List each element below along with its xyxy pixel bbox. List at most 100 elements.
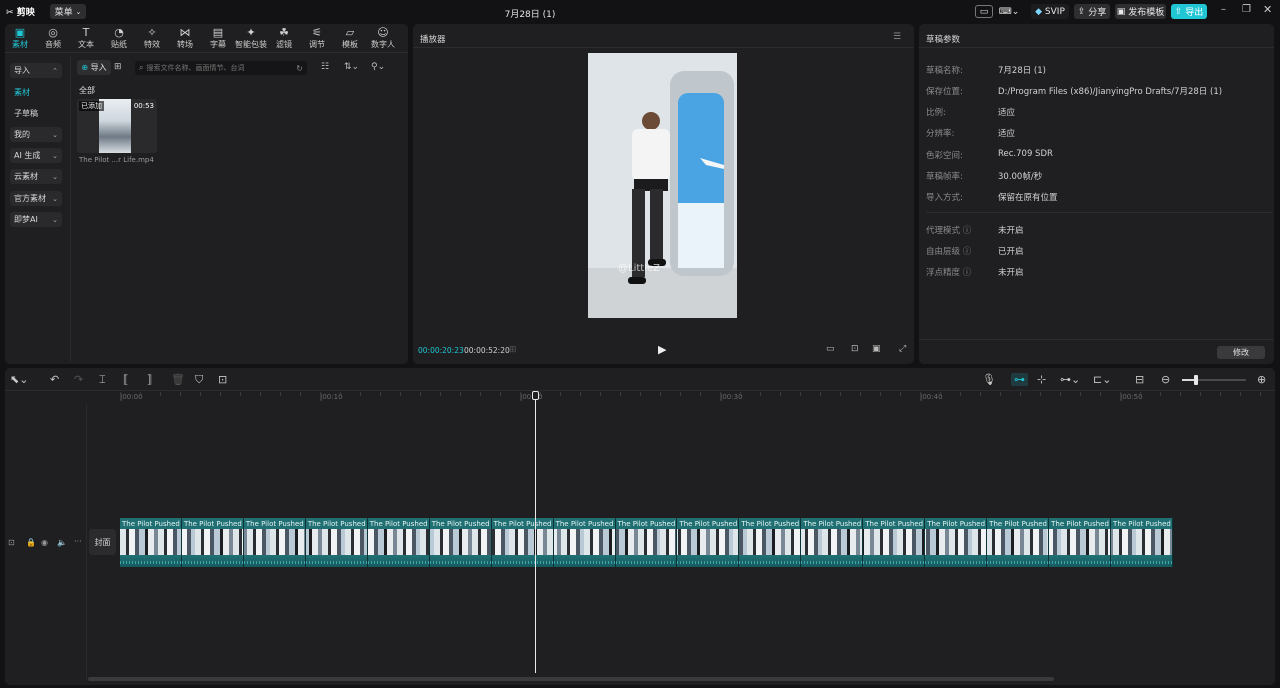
video-clip[interactable]: The Pilot Pushed Him Out of the Plane bbox=[181, 518, 244, 567]
sidebar-item-1[interactable]: 素材 bbox=[10, 85, 62, 100]
refresh-icon[interactable]: ↻ bbox=[296, 64, 303, 73]
minimize-icon[interactable]: – bbox=[1221, 4, 1226, 15]
split-right-icon[interactable]: ⟧ bbox=[147, 373, 152, 386]
screenshot-icon[interactable]: ⊡ bbox=[851, 344, 859, 354]
sidebar-item-label: 官方素材 bbox=[14, 194, 46, 203]
sidebar-item-3[interactable]: 我的 ⌄ bbox=[10, 127, 62, 142]
zoom-fit-icon[interactable]: ⊟ bbox=[1135, 373, 1144, 386]
playhead[interactable] bbox=[531, 391, 539, 673]
tool-subtitle[interactable]: ▤ 字幕 bbox=[202, 26, 234, 50]
delete-icon[interactable]: 🗑 bbox=[171, 373, 185, 386]
tool-effects[interactable]: ✧ 特效 bbox=[136, 26, 168, 50]
timecode-grid-icon[interactable]: ⊞ bbox=[509, 345, 517, 355]
layout-icon[interactable]: ▭ bbox=[975, 5, 993, 18]
cover-button[interactable]: 封面 bbox=[89, 529, 116, 555]
video-clip[interactable]: The Pilot Pushed Him Out of the Plane bbox=[429, 518, 492, 567]
ruler-tick bbox=[640, 392, 641, 396]
tool-audio[interactable]: ◎ 音频 bbox=[37, 26, 69, 50]
menu-icon[interactable]: ☰ bbox=[893, 32, 901, 42]
sidebar-item-5[interactable]: 云素材 ⌄ bbox=[10, 169, 62, 184]
video-clip[interactable]: The Pilot Pushed Him Out of the Plane bbox=[305, 518, 368, 567]
video-clip[interactable]: The Pilot Pushed Him Out of the Plane bbox=[120, 518, 182, 567]
sidebar-item-4[interactable]: AI 生成 ⌄ bbox=[10, 148, 62, 163]
zoom-out-icon[interactable]: ⊖ bbox=[1161, 373, 1170, 386]
eye-icon[interactable]: ◉ bbox=[41, 538, 48, 547]
playhead-handle[interactable] bbox=[531, 391, 539, 400]
qr-icon[interactable]: ⊞ bbox=[114, 62, 122, 72]
video-preview[interactable]: @LittleZ bbox=[588, 53, 737, 318]
tool-transition[interactable]: ⋈ 转场 bbox=[169, 26, 201, 50]
filter-icon[interactable]: ⚲⌄ bbox=[371, 62, 385, 72]
publish-template-button[interactable]: ▣ 发布模板 bbox=[1115, 4, 1166, 19]
video-clip[interactable]: The Pilot Pushed Him Out of the Plane bbox=[553, 518, 616, 567]
zoom-slider[interactable] bbox=[1182, 375, 1246, 385]
tool-filter[interactable]: ☘ 滤镜 bbox=[268, 26, 300, 50]
shortcut-keyboard-icon[interactable]: ⌨⌄ bbox=[998, 4, 1020, 19]
sidebar-item-6[interactable]: 官方素材 ⌄ bbox=[10, 191, 62, 206]
media-icon: ▣ bbox=[14, 26, 26, 39]
preview-axis-icon[interactable]: ⊏⌄ bbox=[1093, 373, 1111, 386]
select-tool-icon[interactable]: ⬉⌄ bbox=[10, 373, 28, 386]
sidebar-item-2[interactable]: 子草稿 bbox=[10, 106, 62, 121]
video-clip[interactable]: The Pilot Pushed Him Out of the Plane bbox=[739, 518, 802, 567]
video-clip[interactable]: The Pilot Pushed Him Out of the Plane bbox=[243, 518, 306, 567]
video-clip[interactable]: The Pilot Pushed Him Out of the Plane bbox=[615, 518, 678, 567]
compare-icon[interactable]: ▭ bbox=[826, 344, 835, 354]
close-icon[interactable]: ✕ bbox=[1263, 3, 1272, 16]
tool-smart-pack[interactable]: ✦ 智能包装 bbox=[235, 26, 267, 50]
tool-media[interactable]: ▣ 素材 bbox=[4, 26, 36, 50]
more-icon[interactable]: ··· bbox=[74, 537, 82, 546]
params-footer-divider bbox=[919, 339, 1274, 340]
ratio-icon[interactable]: ▣ bbox=[872, 344, 881, 354]
info-icon[interactable]: ⓘ bbox=[960, 268, 972, 278]
video-clip[interactable]: The Pilot Pushed Him Out of the Plane bbox=[1049, 518, 1112, 567]
video-clip[interactable]: The Pilot Pushed Him Out of the Plane bbox=[863, 518, 926, 567]
info-icon[interactable]: ⓘ bbox=[960, 247, 972, 257]
tool-adjust[interactable]: ⚟ 调节 bbox=[301, 26, 333, 50]
shield-icon[interactable]: ⛉ bbox=[195, 373, 203, 387]
restore-icon[interactable]: ❐ bbox=[1242, 4, 1251, 15]
tool-digital-human[interactable]: ☺ 数字人 bbox=[367, 26, 399, 50]
track-visibility-icon[interactable]: ⊡ bbox=[8, 538, 15, 547]
media-thumbnail[interactable]: 已添加 00:53 bbox=[77, 99, 157, 153]
sidebar-item-0[interactable]: 导入 ⌃ bbox=[10, 63, 62, 78]
info-icon[interactable]: ⓘ bbox=[960, 226, 972, 236]
video-clip[interactable]: The Pilot Pushed Him Out of the Plane bbox=[925, 518, 988, 567]
video-clip[interactable]: The Pilot Pushed Him Out of the Plane bbox=[677, 518, 740, 567]
tool-template[interactable]: ▱ 模板 bbox=[334, 26, 366, 50]
crop-icon[interactable]: ⊡ bbox=[218, 373, 227, 386]
link-icon[interactable]: ⊶⌄ bbox=[1060, 373, 1080, 386]
video-clip[interactable]: The Pilot Pushed Him Out of the Plane bbox=[801, 518, 864, 567]
lock-icon[interactable]: 🔒 bbox=[26, 538, 36, 547]
auto-snap-icon[interactable]: ⊹ bbox=[1037, 373, 1046, 386]
split-left-icon[interactable]: ⟦ bbox=[123, 373, 128, 386]
video-clip[interactable]: The Pilot Pushed Him Out of the Plane bbox=[1111, 518, 1173, 567]
zoom-in-icon[interactable]: ⊕ bbox=[1257, 373, 1266, 386]
zoom-slider-handle[interactable] bbox=[1194, 375, 1198, 385]
fullscreen-icon[interactable]: ⤢ bbox=[899, 344, 906, 354]
play-icon[interactable]: ▶ bbox=[658, 343, 666, 356]
import-button[interactable]: ⊕ 导入 bbox=[77, 60, 111, 75]
sidebar-item-7[interactable]: 即梦AI ⌄ bbox=[10, 212, 62, 227]
undo-icon[interactable]: ↶ bbox=[50, 373, 59, 386]
sort-icon[interactable]: ⇅⌄ bbox=[344, 62, 359, 72]
video-clip[interactable]: The Pilot Pushed Him Out of the Plane bbox=[491, 518, 554, 567]
video-clip[interactable]: The Pilot Pushed Him Out of the Plane bbox=[367, 518, 430, 567]
timeline-scrollbar[interactable] bbox=[88, 677, 1054, 681]
modify-button[interactable]: 修改 bbox=[1217, 346, 1265, 359]
video-clip[interactable]: The Pilot Pushed Him Out of the Plane bbox=[987, 518, 1050, 567]
microphone-icon[interactable]: 🎙 bbox=[982, 373, 996, 386]
split-icon[interactable]: ⌶ bbox=[99, 373, 106, 387]
clip-thumbnails bbox=[801, 529, 863, 555]
export-button[interactable]: ⇧ 导出 bbox=[1171, 4, 1207, 19]
tool-text[interactable]: T 文本 bbox=[70, 26, 102, 50]
tool-sticker[interactable]: ◔ 贴纸 bbox=[103, 26, 135, 50]
redo-icon[interactable]: ↷ bbox=[74, 373, 83, 386]
search-input[interactable]: ⌕ ↻ bbox=[135, 61, 307, 75]
svip-badge[interactable]: ◆ SVIP bbox=[1031, 4, 1069, 19]
view-grid-icon[interactable]: ☷ bbox=[321, 62, 329, 72]
share-button[interactable]: ⇪ 分享 bbox=[1074, 4, 1110, 19]
search-field[interactable] bbox=[146, 64, 297, 72]
main-track-magnet-icon[interactable]: ⊶ bbox=[1011, 373, 1028, 386]
speaker-icon[interactable]: 🔈 bbox=[57, 538, 67, 547]
